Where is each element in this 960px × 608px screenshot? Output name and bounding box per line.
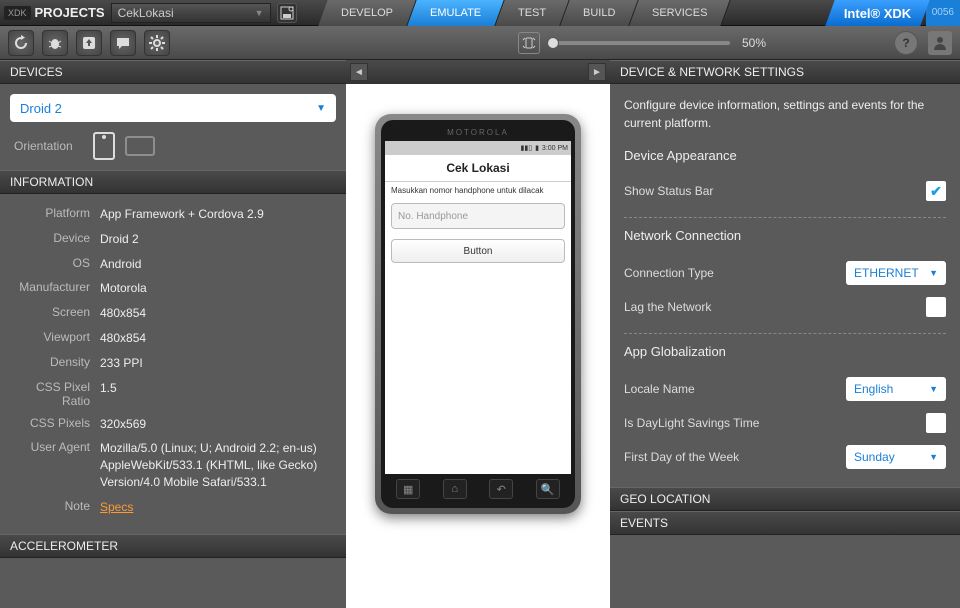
chat-icon[interactable] (110, 30, 136, 56)
menu-icon[interactable]: ▦ (396, 479, 420, 499)
gear-icon[interactable] (144, 30, 170, 56)
accelerometer-header: ACCELEROMETER (0, 534, 346, 558)
dst-label: Is DayLight Savings Time (624, 416, 759, 430)
toolbar: 50% ? (0, 26, 960, 60)
information-grid: PlatformApp Framework + Cordova 2.9 Devi… (0, 194, 346, 528)
settings-description: Configure device information, settings a… (624, 96, 946, 132)
devices-header: DEVICES (0, 60, 346, 84)
status-bar-checkbox[interactable]: ✔ (926, 181, 946, 201)
project-dropdown[interactable]: CekLokasi ▼ (111, 3, 271, 23)
build-number: 0056 (926, 0, 960, 26)
home-icon[interactable]: ⌂ (443, 479, 467, 499)
phone-number-input[interactable]: No. Handphone (391, 203, 565, 229)
tab-develop[interactable]: DEVELOP (318, 0, 416, 26)
dst-checkbox[interactable]: ✔ (926, 413, 946, 433)
zoom-slider[interactable] (550, 41, 730, 45)
user-icon[interactable] (928, 31, 952, 55)
zoom-label: 50% (742, 36, 766, 50)
slider-knob[interactable] (547, 37, 559, 49)
projects-label: PROJECTS (35, 5, 105, 20)
back-icon[interactable]: ↶ (489, 479, 513, 499)
reload-icon[interactable] (8, 30, 34, 56)
main-tabs: DEVELOP EMULATE TEST BUILD SERVICES (323, 0, 727, 26)
device-nav-bar: ▦ ⌂ ↶ 🔍 (385, 474, 571, 504)
debug-icon[interactable] (42, 30, 68, 56)
tab-services[interactable]: SERVICES (630, 0, 732, 26)
collapse-right-icon[interactable]: ► (588, 63, 606, 81)
chevron-down-icon: ▼ (316, 103, 326, 114)
events-header: EVENTS (610, 511, 960, 535)
device-frame: MOTOROLA ▮▮▯ ▮ 3:00 PM Cek Lokasi Masukk… (375, 114, 581, 514)
lag-network-checkbox[interactable]: ✔ (926, 297, 946, 317)
save-to-disk-icon[interactable] (277, 3, 297, 23)
app-screen: Cek Lokasi Masukkan nomor handphone untu… (385, 155, 571, 474)
lag-network-label: Lag the Network (624, 300, 711, 314)
tab-emulate[interactable]: EMULATE (407, 0, 505, 26)
left-panel: DEVICES Droid 2 ▼ Orientation INFORMATIO… (0, 60, 346, 608)
first-day-dropdown[interactable]: Sunday▼ (846, 445, 946, 469)
network-heading: Network Connection (624, 228, 946, 243)
device-selected: Droid 2 (20, 101, 62, 116)
connection-type-label: Connection Type (624, 266, 714, 280)
status-bar-label: Show Status Bar (624, 184, 713, 198)
specs-link[interactable]: Specs (100, 499, 336, 516)
search-icon[interactable]: 🔍 (536, 479, 560, 499)
device-selector[interactable]: Droid 2 ▼ (10, 94, 336, 122)
globalization-heading: App Globalization (624, 344, 946, 359)
emulator-area: ◄ ► MOTOROLA ▮▮▯ ▮ 3:00 PM Cek Lokasi Ma… (346, 60, 610, 608)
information-header: INFORMATION (0, 170, 346, 194)
appearance-heading: Device Appearance (624, 148, 946, 163)
submit-button[interactable]: Button (391, 239, 565, 263)
orientation-label: Orientation (14, 139, 73, 153)
zoom-control: 50% (518, 32, 766, 54)
device-brand-label: MOTOROLA (385, 124, 571, 141)
settings-header: DEVICE & NETWORK SETTINGS (610, 60, 960, 84)
fit-screen-icon[interactable] (518, 32, 540, 54)
title-bar: XDK PROJECTS CekLokasi ▼ DEVELOP EMULATE… (0, 0, 960, 26)
orientation-landscape-icon[interactable] (125, 136, 155, 156)
collapse-left-icon[interactable]: ◄ (350, 63, 368, 81)
status-time: 3:00 PM (542, 145, 568, 152)
xdk-badge: XDK (4, 6, 31, 20)
locale-dropdown[interactable]: English▼ (846, 377, 946, 401)
chevron-down-icon: ▼ (255, 8, 264, 18)
locale-label: Locale Name (624, 382, 695, 396)
status-bar: ▮▮▯ ▮ 3:00 PM (385, 141, 571, 155)
signal-icon: ▮▮▯ (521, 144, 533, 152)
orientation-row: Orientation (0, 132, 346, 170)
tab-build[interactable]: BUILD (560, 0, 639, 26)
tab-test[interactable]: TEST (495, 0, 570, 26)
upload-icon[interactable] (76, 30, 102, 56)
connection-type-dropdown[interactable]: ETHERNET▼ (846, 261, 946, 285)
geolocation-header: GEO LOCATION (610, 487, 960, 511)
first-day-label: First Day of the Week (624, 450, 739, 464)
brand-area: Intel® XDK 0056 (830, 0, 960, 26)
project-name: CekLokasi (118, 6, 174, 20)
orientation-portrait-icon[interactable] (93, 132, 115, 160)
app-prompt: Masukkan nomor handphone untuk dilacak (385, 182, 571, 199)
battery-icon: ▮ (535, 144, 539, 152)
right-panel: DEVICE & NETWORK SETTINGS Configure devi… (610, 60, 960, 608)
app-title: Cek Lokasi (385, 155, 571, 182)
intel-xdk-logo: Intel® XDK (826, 0, 931, 26)
help-icon[interactable]: ? (894, 31, 918, 55)
